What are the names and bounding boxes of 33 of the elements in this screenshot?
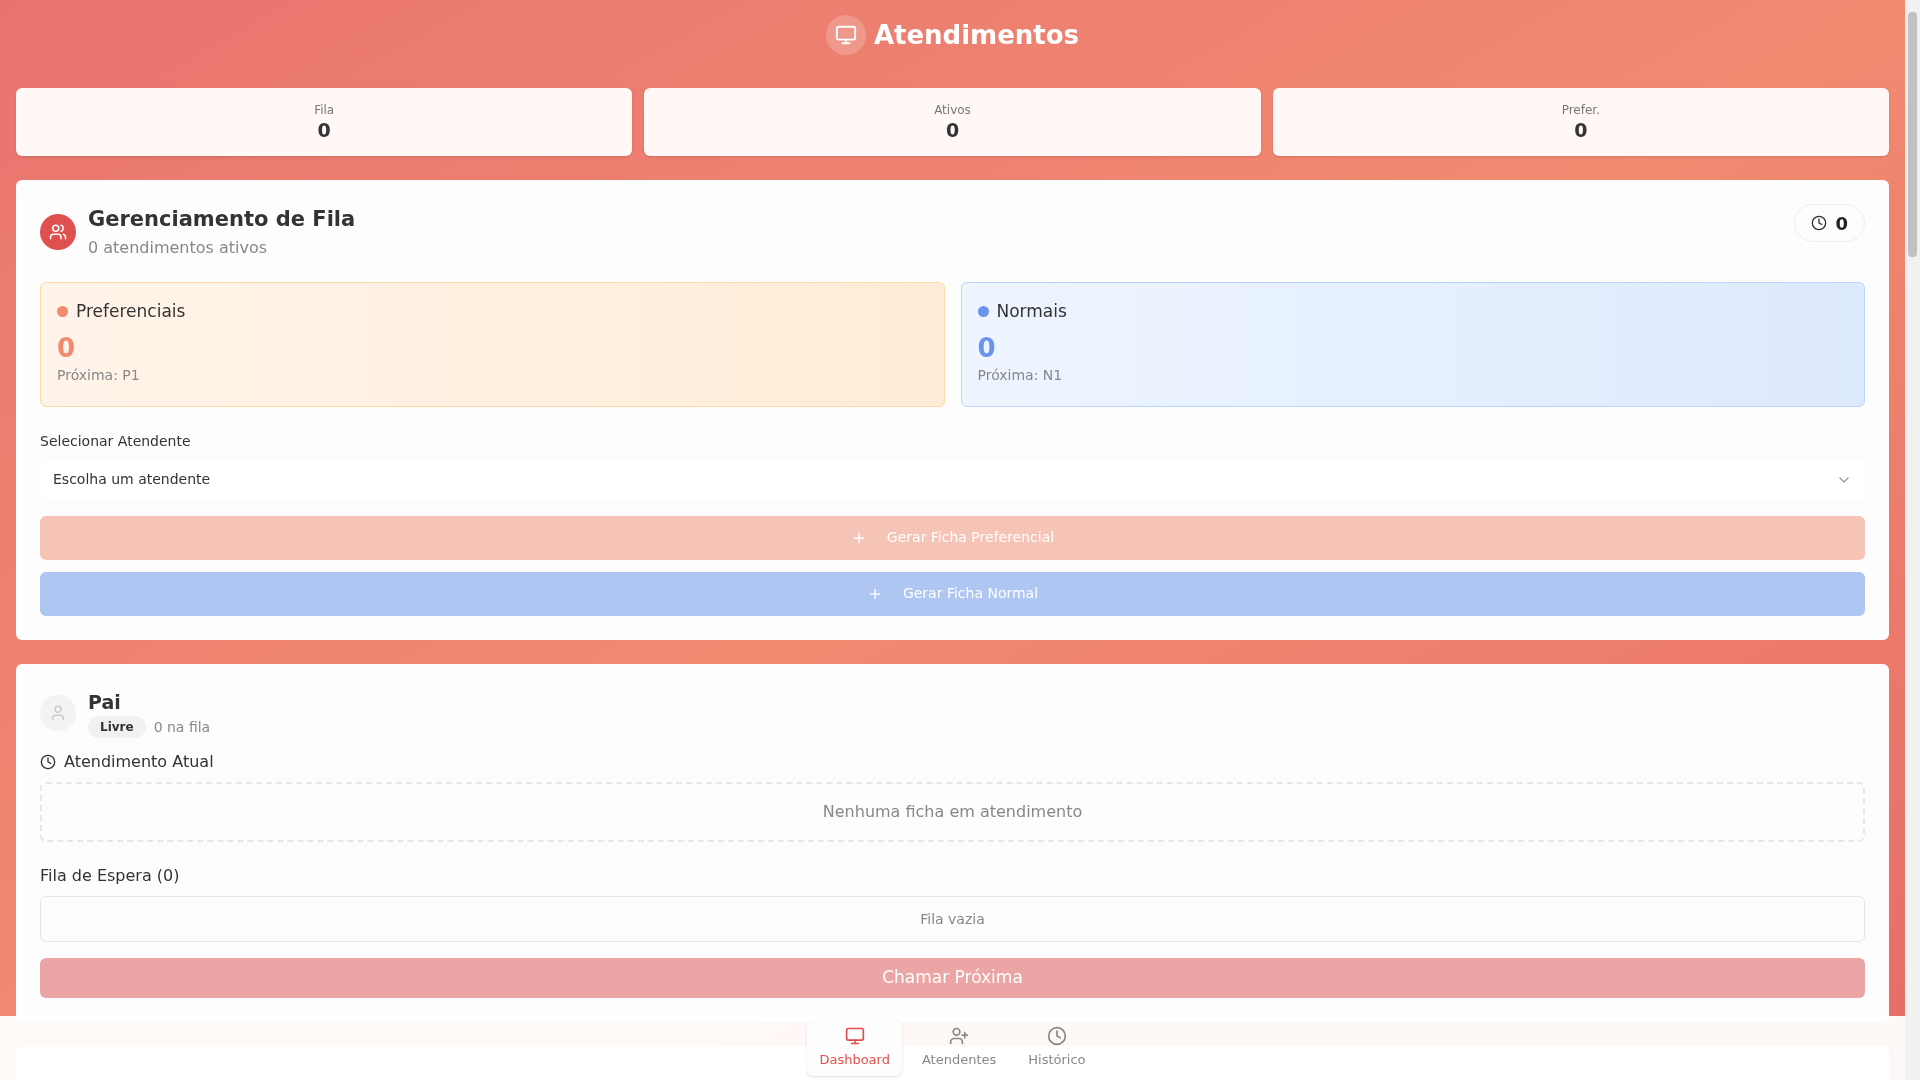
monitor-icon (825, 15, 866, 55)
stat-value: 0 (317, 119, 331, 143)
status-badge: Livre (88, 716, 146, 738)
waiting-queue-box: Fila vazia (40, 896, 1865, 942)
clock-icon (40, 754, 56, 770)
clock-icon (1046, 1026, 1067, 1047)
stat-value: 0 (1574, 119, 1588, 143)
next-ticket: Próxima: P1 (57, 365, 141, 385)
panel-subtitle: 0 atendimentos ativos (88, 236, 269, 259)
queue-label: Normais (996, 299, 1067, 323)
current-ticket-box: Nenhuma ficha em atendimento (40, 782, 1865, 842)
add-user-icon (949, 1026, 970, 1047)
attendant-name: Pai (88, 689, 122, 715)
next-ticket: Próxima: N1 (977, 365, 1064, 385)
queue-count: 0 (57, 332, 77, 365)
queue-count: 0 (977, 332, 997, 365)
stat-label: Ativos (934, 102, 971, 120)
nav-tab[interactable]: Atendentes (909, 1020, 1009, 1076)
page-title: Atendimentos (873, 18, 1080, 52)
stat-value: 0 (945, 119, 960, 143)
section-label: Atendimento Atual (64, 751, 214, 773)
stat-label: Fila (314, 102, 335, 120)
section-label: Fila de Espera (0) (40, 865, 181, 887)
nav-tab[interactable]: Histórico (1016, 1020, 1098, 1076)
users-icon (40, 213, 76, 250)
nav-tab[interactable]: Dashboard (807, 1020, 902, 1076)
stat-label: Prefer. (1561, 102, 1600, 120)
queue-count-text: 0 na fila (153, 717, 211, 737)
user-icon (40, 694, 76, 731)
monitor-icon (844, 1026, 865, 1047)
queue-label: Preferenciais (76, 299, 186, 323)
select-label: Selecionar Atendente (40, 431, 192, 451)
panel-title: Gerenciamento de Fila (88, 206, 356, 233)
